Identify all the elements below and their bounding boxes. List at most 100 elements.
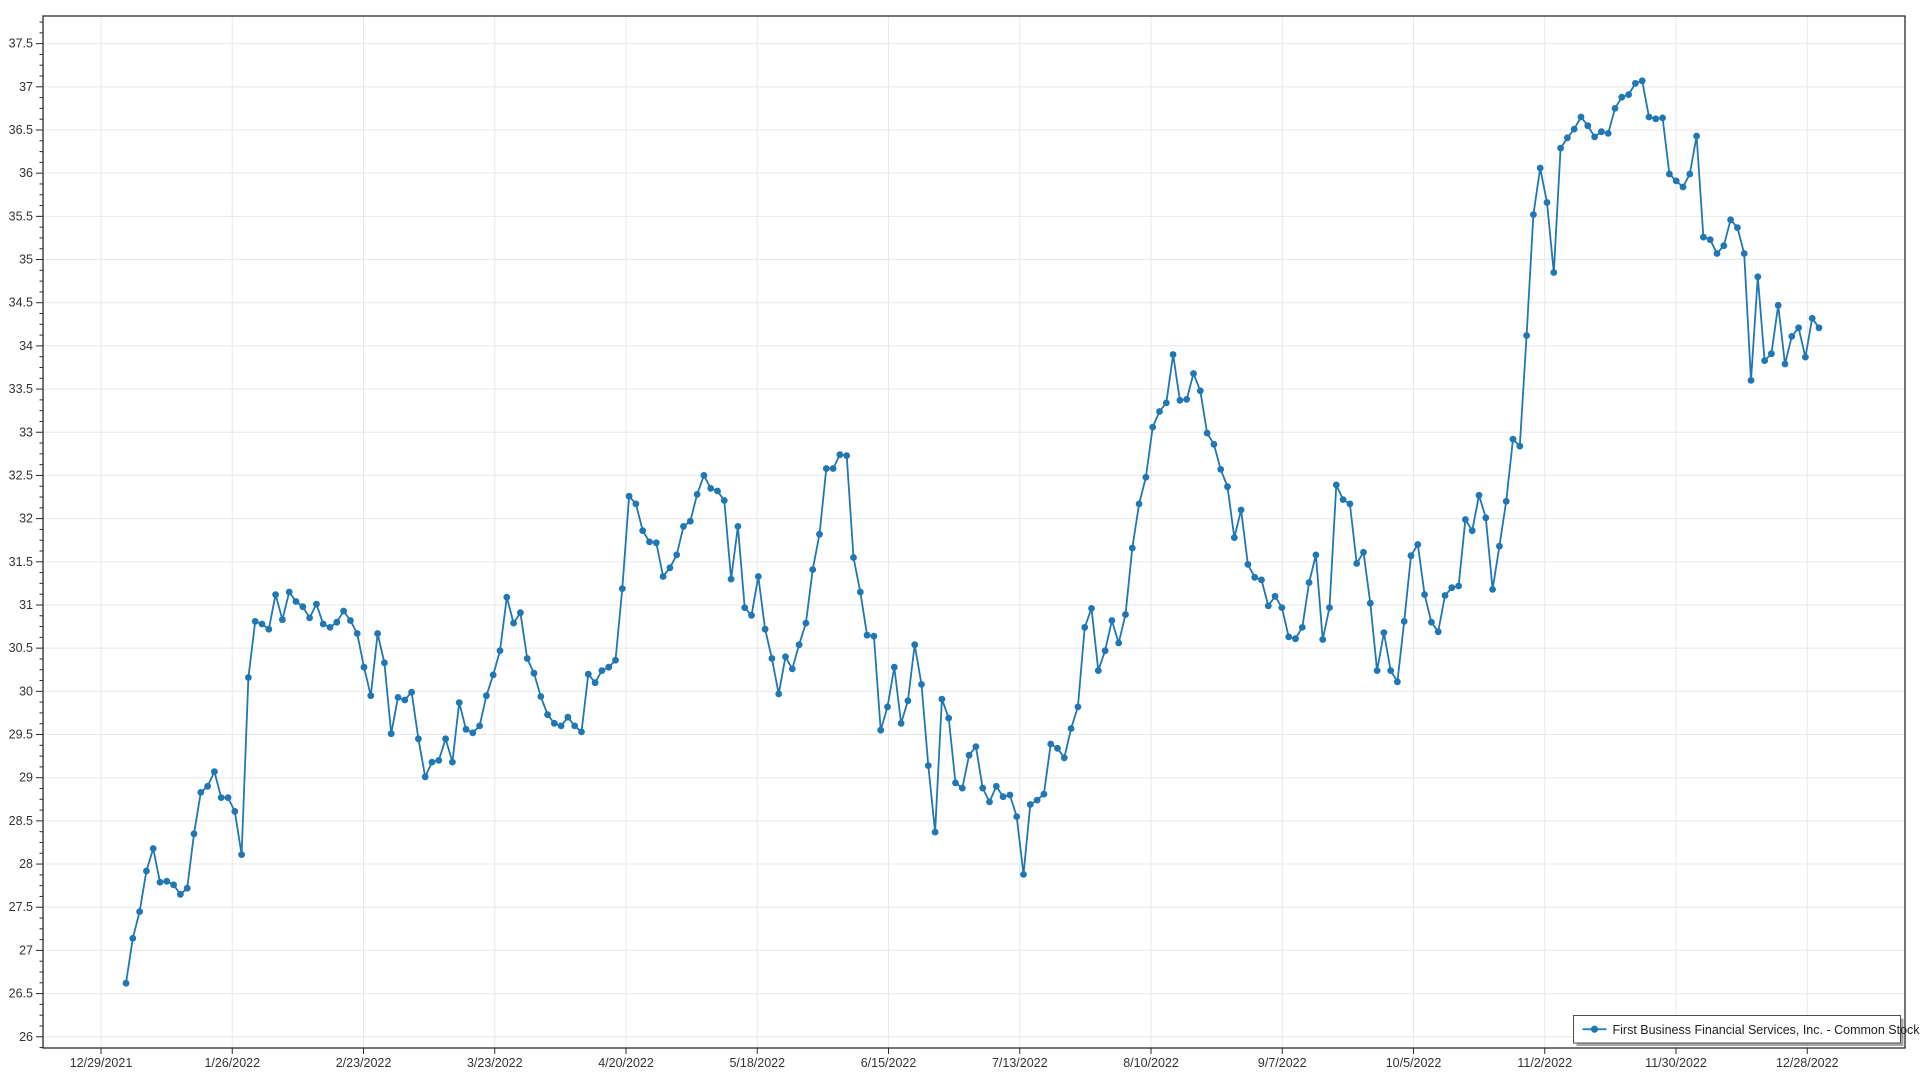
data-point-marker bbox=[1238, 507, 1245, 514]
data-point-marker bbox=[979, 785, 986, 792]
y-tick-label: 26.5 bbox=[9, 987, 33, 1001]
data-point-marker bbox=[1041, 791, 1048, 798]
data-point-marker bbox=[1408, 552, 1415, 559]
data-point-marker bbox=[803, 620, 810, 627]
x-tick-label: 11/2/2022 bbox=[1517, 1056, 1572, 1070]
data-point-marker bbox=[823, 465, 830, 472]
data-point-marker bbox=[231, 808, 238, 815]
data-point-marker bbox=[1652, 115, 1659, 122]
data-point-marker bbox=[932, 829, 939, 836]
y-tick-label: 36 bbox=[19, 166, 33, 180]
data-point-marker bbox=[1448, 584, 1455, 591]
data-point-marker bbox=[1299, 624, 1306, 631]
legend-box: First Business Financial Services, Inc. … bbox=[1574, 1016, 1920, 1047]
data-point-marker bbox=[1177, 397, 1184, 404]
data-point-marker bbox=[619, 585, 626, 592]
data-point-marker bbox=[694, 491, 701, 498]
data-point-marker bbox=[639, 527, 646, 534]
data-point-marker bbox=[1122, 611, 1129, 618]
data-point-marker bbox=[1061, 754, 1068, 761]
data-point-marker bbox=[1027, 801, 1034, 808]
stock-price-chart: 2626.52727.52828.52929.53030.53131.53232… bbox=[0, 0, 1920, 1080]
data-point-marker bbox=[748, 612, 755, 619]
data-point-marker bbox=[816, 531, 823, 538]
data-point-marker bbox=[1265, 602, 1272, 609]
data-point-marker bbox=[1727, 216, 1734, 223]
data-point-marker bbox=[843, 452, 850, 459]
y-tick-label: 34.5 bbox=[9, 296, 33, 310]
data-point-marker bbox=[1170, 351, 1177, 358]
data-point-marker bbox=[769, 655, 776, 662]
data-point-marker bbox=[1489, 586, 1496, 593]
data-point-marker bbox=[1224, 483, 1231, 490]
x-tick-label: 6/15/2022 bbox=[861, 1056, 917, 1070]
data-point-marker bbox=[422, 773, 429, 780]
data-point-marker bbox=[197, 789, 204, 796]
data-point-marker bbox=[157, 879, 164, 886]
data-point-marker bbox=[1720, 242, 1727, 249]
y-tick-label: 30 bbox=[19, 684, 33, 698]
data-point-marker bbox=[1394, 678, 1401, 685]
data-point-marker bbox=[789, 666, 796, 673]
data-point-marker bbox=[435, 757, 442, 764]
data-point-marker bbox=[1469, 527, 1476, 534]
y-tick-label: 37 bbox=[19, 80, 33, 94]
data-point-marker bbox=[1211, 441, 1218, 448]
data-point-marker bbox=[1550, 269, 1557, 276]
data-point-marker bbox=[660, 573, 667, 580]
data-point-marker bbox=[1075, 704, 1082, 711]
data-point-marker bbox=[830, 465, 837, 472]
data-point-marker bbox=[1326, 604, 1333, 611]
chart-canvas[interactable]: 2626.52727.52828.52929.53030.53131.53232… bbox=[0, 0, 1920, 1080]
data-point-marker bbox=[911, 641, 918, 648]
data-point-marker bbox=[367, 692, 374, 699]
data-point-marker bbox=[1013, 813, 1020, 820]
data-point-marker bbox=[1754, 273, 1761, 280]
data-point-marker bbox=[646, 539, 653, 546]
data-point-marker bbox=[211, 768, 218, 775]
data-point-marker bbox=[401, 697, 408, 704]
data-point-marker bbox=[959, 785, 966, 792]
data-point-marker bbox=[585, 671, 592, 678]
data-point-marker bbox=[1618, 94, 1625, 101]
data-point-marker bbox=[442, 735, 449, 742]
data-point-marker bbox=[510, 620, 517, 627]
data-point-marker bbox=[1809, 315, 1816, 322]
data-point-marker bbox=[1421, 591, 1428, 598]
y-tick-label: 34 bbox=[19, 339, 33, 353]
data-point-marker bbox=[1292, 635, 1299, 642]
data-point-marker bbox=[1673, 178, 1680, 185]
data-point-marker bbox=[388, 730, 395, 737]
data-point-marker bbox=[1319, 636, 1326, 643]
data-point-marker bbox=[1598, 128, 1605, 135]
data-point-marker bbox=[1081, 624, 1088, 631]
data-point-marker bbox=[293, 598, 300, 605]
data-point-marker bbox=[1557, 145, 1564, 152]
data-point-marker bbox=[782, 653, 789, 660]
data-point-marker bbox=[1272, 593, 1279, 600]
data-point-marker bbox=[306, 615, 313, 622]
data-point-marker bbox=[1476, 492, 1483, 499]
y-tick-label: 36.5 bbox=[9, 123, 33, 137]
data-point-marker bbox=[340, 608, 347, 615]
data-point-marker bbox=[1537, 165, 1544, 172]
data-point-marker bbox=[1197, 387, 1204, 394]
y-tick-label: 32 bbox=[19, 512, 33, 526]
data-point-marker bbox=[1340, 496, 1347, 503]
data-point-marker bbox=[1605, 130, 1612, 137]
data-point-marker bbox=[741, 604, 748, 611]
data-point-marker bbox=[1353, 560, 1360, 567]
data-point-marker bbox=[592, 679, 599, 686]
data-point-marker bbox=[925, 762, 932, 769]
data-point-marker bbox=[599, 667, 606, 674]
data-point-marker bbox=[150, 845, 157, 852]
data-point-marker bbox=[1143, 474, 1150, 481]
data-point-marker bbox=[1544, 199, 1551, 206]
data-point-marker bbox=[218, 794, 225, 801]
data-point-marker bbox=[1510, 436, 1517, 443]
y-tick-label: 31 bbox=[19, 598, 33, 612]
data-point-marker bbox=[735, 523, 742, 530]
data-point-marker bbox=[1313, 552, 1320, 559]
data-point-marker bbox=[1632, 80, 1639, 87]
data-point-marker bbox=[755, 573, 762, 580]
